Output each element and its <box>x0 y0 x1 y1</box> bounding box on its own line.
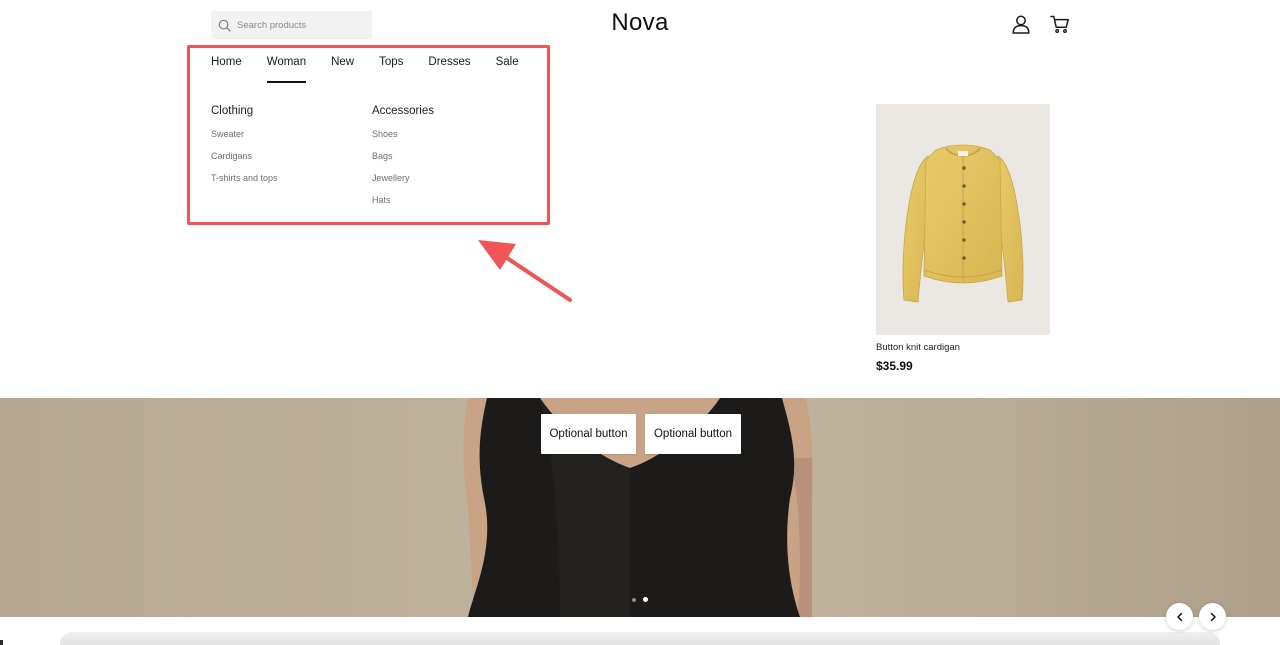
main-nav: Home Woman New Tops Dresses Sale <box>211 56 544 83</box>
user-icon <box>1012 15 1030 34</box>
nav-item-new[interactable]: New <box>331 56 354 83</box>
search-icon <box>218 19 231 32</box>
menu-heading-accessories[interactable]: Accessories <box>372 105 434 127</box>
menu-link-jewellery[interactable]: Jewellery <box>372 171 434 193</box>
chevron-left-icon <box>1176 612 1182 621</box>
product-name[interactable]: Button knit cardigan <box>876 342 960 353</box>
menu-heading-clothing[interactable]: Clothing <box>211 105 278 127</box>
nav-item-dresses[interactable]: Dresses <box>428 56 470 83</box>
search-input[interactable] <box>237 19 367 31</box>
cart-icon <box>1050 15 1069 33</box>
account-button[interactable] <box>1011 14 1031 34</box>
carousel-next-button[interactable] <box>1199 603 1226 630</box>
nav-item-tops[interactable]: Tops <box>379 56 403 83</box>
hero-banner: Optional button Optional button <box>0 398 1280 617</box>
annotation-arrow-icon <box>478 240 572 302</box>
menu-link-bags[interactable]: Bags <box>372 149 434 171</box>
menu-link-hats[interactable]: Hats <box>372 193 434 215</box>
menu-column-clothing: Clothing Sweater Cardigans T-shirts and … <box>211 105 278 193</box>
menu-link-shoes[interactable]: Shoes <box>372 127 434 149</box>
hero-optional-button-1[interactable]: Optional button <box>541 414 636 454</box>
site-logo[interactable]: Nova <box>611 9 668 36</box>
bottom-edge-mark <box>0 640 3 645</box>
cart-button[interactable] <box>1050 14 1070 34</box>
yellow-cardigan-image <box>902 144 1024 303</box>
nav-item-home[interactable]: Home <box>211 56 242 83</box>
next-section-card <box>60 632 1220 645</box>
logo-container: Nova <box>0 9 1280 37</box>
menu-link-cardigans[interactable]: Cardigans <box>211 149 278 171</box>
product-price: $35.99 <box>876 359 913 373</box>
menu-link-sweater[interactable]: Sweater <box>211 127 278 149</box>
hero-optional-button-2[interactable]: Optional button <box>645 414 741 454</box>
chevron-right-icon <box>1210 612 1216 621</box>
carousel-prev-button[interactable] <box>1166 603 1193 630</box>
carousel-dot-2[interactable] <box>643 597 648 602</box>
nav-item-sale[interactable]: Sale <box>496 56 519 83</box>
menu-column-accessories: Accessories Shoes Bags Jewellery Hats <box>372 105 434 215</box>
product-image[interactable] <box>876 104 1050 335</box>
menu-link-tshirts[interactable]: T-shirts and tops <box>211 171 278 193</box>
hero-model-image <box>463 398 814 617</box>
search-bar[interactable] <box>211 11 372 39</box>
carousel-dot-1[interactable] <box>632 598 636 602</box>
nav-item-woman[interactable]: Woman <box>266 56 307 83</box>
